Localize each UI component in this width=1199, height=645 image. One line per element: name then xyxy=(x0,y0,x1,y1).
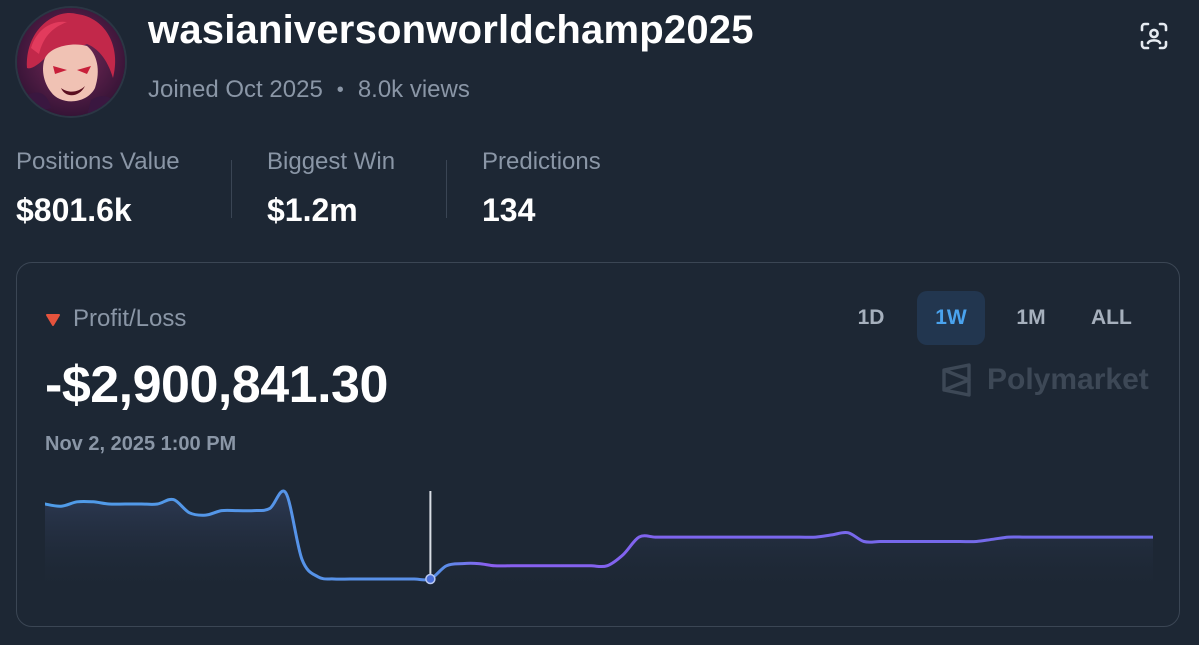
stat-predictions: Predictions 134 xyxy=(482,148,601,229)
avatar[interactable] xyxy=(17,8,125,116)
tab-1d[interactable]: 1D xyxy=(837,291,905,345)
triangle-down-icon xyxy=(46,314,60,326)
polymarket-brand-text: Polymarket xyxy=(987,363,1149,396)
stat-positions-value: Positions Value $801.6k xyxy=(16,148,180,229)
joined-date: Joined Oct 2025 xyxy=(148,76,323,103)
profit-loss-value: -$2,900,841.30 xyxy=(45,356,388,414)
profit-loss-card: Profit/Loss -$2,900,841.30 Nov 2, 2025 1… xyxy=(16,262,1180,627)
stat-label: Positions Value xyxy=(16,148,180,175)
tab-1m[interactable]: 1M xyxy=(997,291,1065,345)
stat-label: Biggest Win xyxy=(267,148,396,175)
stat-value: $801.6k xyxy=(16,192,132,228)
tab-1w[interactable]: 1W xyxy=(917,291,985,345)
username: wasianiversonworldchamp2025 xyxy=(148,8,754,52)
stat-label: Predictions xyxy=(482,148,601,175)
stat-divider xyxy=(446,160,447,218)
stat-value: 134 xyxy=(482,192,536,228)
scan-face-button[interactable] xyxy=(1134,18,1174,54)
scan-face-icon xyxy=(1140,22,1168,50)
polymarket-logo-icon xyxy=(942,363,971,397)
profit-loss-header: Profit/Loss xyxy=(45,305,186,333)
tab-all[interactable]: ALL xyxy=(1077,291,1146,345)
profit-loss-label: Profit/Loss xyxy=(73,305,187,332)
view-count: 8.0k views xyxy=(357,76,470,103)
stat-divider xyxy=(231,160,232,218)
profile-meta: Joined Oct 2025 • 8.0k views xyxy=(148,76,470,104)
chart-hover-point xyxy=(425,573,436,585)
stat-biggest-win: Biggest Win $1.2m xyxy=(267,148,395,229)
profit-loss-chart[interactable] xyxy=(45,487,1153,587)
time-range-tabs: 1D 1W 1M ALL xyxy=(837,291,1146,345)
avatar-image xyxy=(17,8,125,116)
meta-separator: • xyxy=(336,78,344,101)
profit-loss-timestamp: Nov 2, 2025 1:00 PM xyxy=(45,433,237,455)
stat-value: $1.2m xyxy=(267,192,358,228)
polymarket-watermark: Polymarket xyxy=(941,363,1149,397)
profile-page: wasianiversonworldchamp2025 Joined Oct 2… xyxy=(0,0,1199,645)
